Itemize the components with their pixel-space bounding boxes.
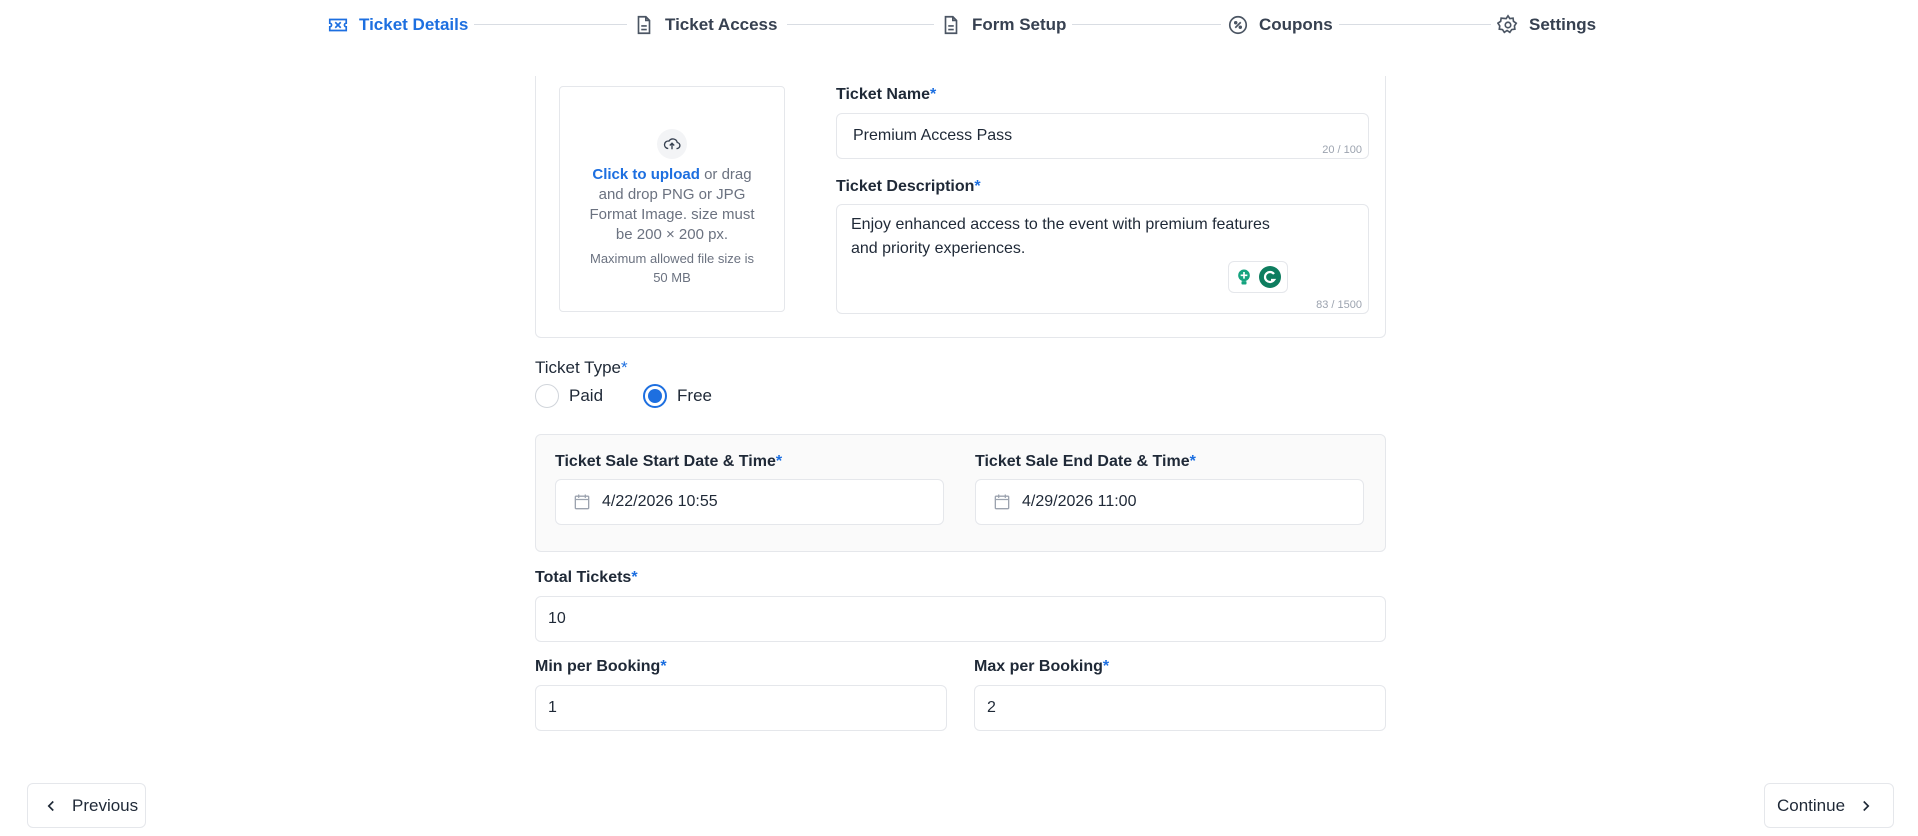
label-text: Ticket Name [836,86,930,103]
continue-label: Continue [1777,795,1846,815]
sale-start-label: Ticket Sale Start Date & Time* [555,453,782,471]
document-icon [944,15,958,35]
chevron-right-icon [1863,800,1870,811]
sale-end-datetime-input[interactable]: 4/29/2026 11:00 [975,479,1364,525]
lightbulb-icon [1238,269,1250,285]
step-ticket-details[interactable]: Ticket Details [321,8,475,42]
sale-start-datetime-input[interactable]: 4/22/2026 10:55 [555,479,944,525]
ticket-name-input[interactable]: Premium Access Pass 20 / 100 [836,113,1369,159]
writing-assistant-widget[interactable] [1228,261,1288,293]
previous-label: Previous [72,795,139,815]
upload-size-note: Maximum allowed file size is 50 MB [590,251,754,285]
ticket-name-label: Ticket Name* [836,86,936,104]
calendar-icon [574,494,590,510]
required-mark: * [974,178,981,195]
calendar-icon [994,494,1010,510]
required-mark: * [1102,658,1110,675]
label-text: Ticket Sale Start Date & Time [555,453,776,470]
ticket-description-label: Ticket Description* [836,178,981,196]
ticket-description-textarea[interactable]: Enjoy enhanced access to the event with … [836,204,1369,314]
continue-button[interactable]: Continue [1764,783,1894,828]
document-icon [637,15,651,35]
total-tickets-value: 10 [548,610,566,627]
ticket-type-label: Ticket Type* [535,358,628,378]
required-mark: * [929,86,937,103]
ticket-info-card: Click to upload or drag and drop PNG or … [535,76,1386,338]
sale-end-value: 4/29/2026 11:00 [1022,493,1137,510]
min-per-booking-input[interactable]: 1 [535,685,947,731]
step-coupons[interactable]: Coupons [1221,8,1339,42]
ticket-name-value: Premium Access Pass [853,127,1013,144]
radio-option-free[interactable]: Free [643,384,712,408]
ticket-description-counter: 83 / 1500 [1316,299,1362,311]
label-text: Max per Booking [974,658,1103,675]
max-per-booking-label: Max per Booking* [974,658,1109,676]
max-per-booking-input[interactable]: 2 [974,685,1386,731]
required-mark: * [660,658,667,675]
step-label: Ticket Access [665,15,778,34]
radio-label: Free [677,386,712,405]
image-upload-dropzone[interactable]: Click to upload or drag and drop PNG or … [559,86,785,312]
required-mark: * [1189,453,1196,470]
max-per-booking-value: 2 [987,699,996,716]
step-label: Ticket Details [359,15,469,34]
label-text: Min per Booking [535,658,661,675]
total-tickets-input[interactable]: 10 [535,596,1386,642]
label-text: Ticket Sale End Date & Time [975,453,1190,470]
gear-icon [1497,14,1518,34]
previous-button[interactable]: Previous [27,783,146,828]
radio-option-paid[interactable]: Paid [535,384,603,408]
radio-free[interactable] [643,384,668,408]
coupon-icon [1228,15,1248,35]
grammar-assistant-icon [1259,266,1281,288]
ticket-type-radio-group: Paid Free [535,384,752,408]
ticket-name-counter: 20 / 100 [1322,144,1362,156]
sale-start-value: 4/22/2026 10:55 [602,493,718,510]
label-text: Ticket Type [535,358,621,377]
required-mark: * [620,358,628,377]
required-mark: * [775,453,783,470]
sale-period-card: Ticket Sale Start Date & Time* 4/22/2026… [535,434,1386,552]
total-tickets-label: Total Tickets* [535,569,638,587]
upload-cloud-icon [657,129,687,159]
upload-instructions: Click to upload or drag and drop PNG or … [560,165,784,245]
radio-label: Paid [569,386,604,405]
step-form-setup[interactable]: Form Setup [934,8,1073,42]
step-settings[interactable]: Settings [1491,8,1603,42]
stepper: Ticket Details Ticket Access Form Setup … [321,8,1603,42]
ticket-icon [328,18,348,32]
label-text: Ticket Description [836,178,975,195]
step-ticket-access[interactable]: Ticket Access [627,8,784,42]
min-per-booking-label: Min per Booking* [535,658,667,676]
step-label: Coupons [1259,15,1333,34]
sale-end-label: Ticket Sale End Date & Time* [975,453,1196,471]
chevron-left-icon [47,800,54,811]
label-text: Total Tickets [535,569,632,586]
min-per-booking-value: 1 [548,699,557,716]
step-label: Settings [1529,15,1597,34]
click-to-upload-link[interactable]: Click to upload [592,166,700,183]
radio-paid[interactable] [535,384,559,408]
ticket-description-value: Enjoy enhanced access to the event with … [851,216,1270,257]
required-mark: * [631,569,638,586]
step-label: Form Setup [972,15,1067,34]
